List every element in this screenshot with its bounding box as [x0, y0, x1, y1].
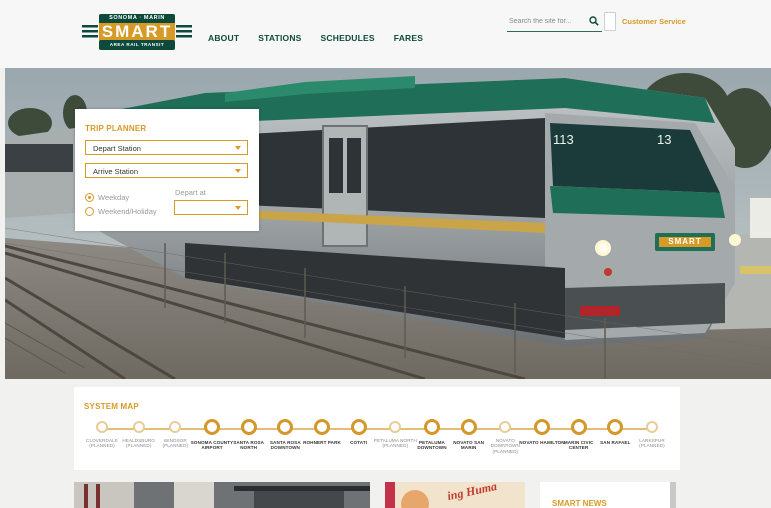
search-box: [507, 13, 602, 32]
site-header: SONOMA · MARIN SMART AREA RAIL TRANSIT A…: [0, 0, 771, 68]
planned-station-icon: [389, 421, 402, 433]
system-map: SYSTEM MAP CLOVERDALE (PLANNED) HEALDSBUR…: [74, 387, 680, 470]
weekend-holiday-radio[interactable]: Weekend/Holiday: [85, 207, 157, 216]
nav-about[interactable]: ABOUT: [208, 33, 239, 43]
radio-selected-icon: [85, 193, 94, 202]
station-icon: [240, 419, 257, 435]
main-nav: ABOUT STATIONS SCHEDULES FARES: [208, 33, 423, 43]
station-icon: [314, 419, 330, 435]
station-item[interactable]: LARKSPUR (PLANNED): [629, 419, 675, 449]
chevron-down-icon: [235, 146, 241, 150]
photo-card-event[interactable]: ing Huma: [385, 482, 525, 508]
station-icon: [570, 419, 587, 435]
depart-station-label: Depart Station: [93, 144, 141, 153]
photo-card-station[interactable]: [74, 482, 370, 508]
logo-sub-text: AREA RAIL TRANSIT: [109, 42, 165, 47]
train-logo-text: SMART: [668, 237, 702, 246]
station-icon: [424, 419, 440, 435]
page: SONOMA · MARIN SMART AREA RAIL TRANSIT A…: [0, 0, 771, 508]
planned-station-icon: [646, 421, 658, 433]
chevron-down-icon: [235, 206, 241, 210]
customer-service-link[interactable]: Customer Service: [622, 17, 686, 26]
arrive-station-label: Arrive Station: [93, 167, 139, 176]
radio-unselected-icon: [85, 207, 94, 216]
weekday-label: Weekday: [98, 193, 130, 202]
depart-station-select[interactable]: Depart Station: [85, 140, 248, 155]
station-name: LARKSPUR (PLANNED): [639, 438, 665, 449]
trip-planner-title: TRIP PLANNER: [85, 124, 147, 133]
planned-station-icon: [499, 421, 512, 433]
depart-at-select[interactable]: [174, 200, 248, 215]
weekend-holiday-label: Weekend/Holiday: [98, 207, 157, 216]
nav-stations[interactable]: STATIONS: [258, 33, 301, 43]
station-icon: [607, 419, 624, 435]
smart-news-title[interactable]: SMART NEWS: [552, 499, 607, 508]
header-toggle-box[interactable]: [604, 12, 616, 31]
arrive-station-select[interactable]: Arrive Station: [85, 163, 248, 178]
train-number-side: 13: [657, 132, 672, 147]
nav-schedules[interactable]: SCHEDULES: [321, 33, 375, 43]
station-icon: [277, 419, 294, 435]
station-icon: [534, 419, 550, 435]
planned-station-icon: [169, 421, 182, 433]
trip-planner: TRIP PLANNER Depart Station Arrive Stati…: [75, 109, 259, 231]
depart-at-label: Depart at: [175, 188, 206, 197]
news-scrollbar[interactable]: [670, 482, 676, 508]
smart-news-card: SMART NEWS: [540, 482, 670, 508]
station-icon: [350, 419, 367, 435]
station-icon: [460, 419, 477, 435]
smart-logo[interactable]: SONOMA · MARIN SMART AREA RAIL TRANSIT: [80, 12, 194, 52]
system-map-title: SYSTEM MAP: [84, 402, 139, 411]
train-number-front: 113: [553, 132, 574, 147]
nav-fares[interactable]: FARES: [394, 33, 423, 43]
weekday-radio[interactable]: Weekday: [85, 193, 129, 202]
search-icon[interactable]: [589, 16, 599, 26]
logo-name: SMART: [101, 22, 173, 41]
chevron-down-icon: [235, 169, 241, 173]
planned-station-icon: [132, 421, 145, 433]
logo-top-text: SONOMA · MARIN: [109, 15, 165, 21]
search-input[interactable]: [509, 15, 587, 28]
planned-station-icon: [96, 421, 108, 433]
station-icon: [204, 419, 220, 435]
